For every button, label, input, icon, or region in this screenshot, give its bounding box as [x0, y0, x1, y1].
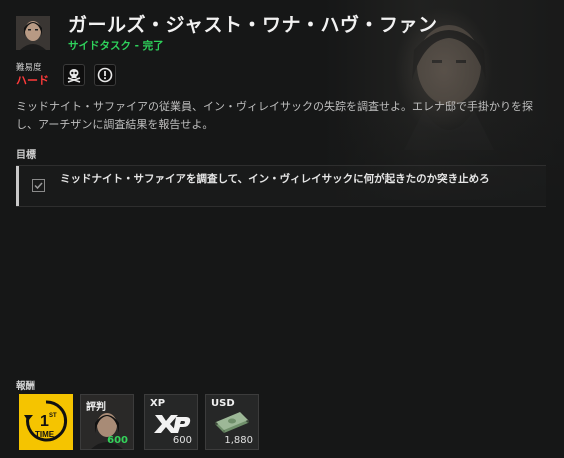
quest-giver-avatar	[16, 16, 50, 50]
xp-label: XP	[150, 398, 166, 409]
subtitle-separator: -	[131, 40, 143, 52]
quest-description: ミッドナイト・サファイアの従業員、イン・ヴィレイサックの失踪を調査せよ。エレナ邸…	[16, 100, 533, 131]
xp-logo-icon	[154, 415, 191, 433]
reward-xp[interactable]: XP 600	[144, 394, 198, 450]
reward-first-time[interactable]: 1 ST TIME	[19, 394, 73, 450]
reputation-label: 評判	[86, 402, 106, 413]
exclamation-icon	[94, 64, 116, 86]
checkbox-checked-icon	[32, 179, 45, 192]
xp-value: 600	[172, 435, 192, 446]
first-time-number: 1	[40, 413, 49, 430]
difficulty-value: ハード	[16, 74, 49, 87]
first-time-label: TIME	[35, 430, 55, 439]
quest-title: ガールズ・ジャスト・ワナ・ハヴ・ファン	[68, 14, 438, 36]
reward-reputation[interactable]: 評判 600	[80, 394, 134, 450]
quest-type-label: サイドタスク	[68, 40, 131, 52]
first-time-suffix: ST	[49, 413, 57, 419]
objective-text: ミッドナイト・サファイアを調査して、イン・ヴィレイサックに何が起きたのか突き止め…	[60, 173, 490, 185]
objective-active-bar	[16, 166, 19, 206]
usd-label: USD	[211, 398, 235, 409]
quest-subtitle: サイドタスク - 完了	[68, 38, 164, 53]
skull-crossbones-icon	[63, 64, 85, 86]
reputation-value: 600	[107, 435, 128, 446]
cash-stack-icon	[215, 412, 249, 433]
quest-status-label: 完了	[142, 40, 164, 52]
objective-item: ミッドナイト・サファイアを調査して、イン・ヴィレイサックに何が起きたのか突き止め…	[16, 165, 546, 207]
rewards-heading: 報酬	[16, 381, 36, 392]
reward-usd[interactable]: USD 1,880	[205, 394, 259, 450]
first-time-badge-icon: 1 ST TIME	[24, 400, 68, 442]
usd-value: 1,880	[224, 435, 253, 446]
objectives-heading: 目標	[16, 150, 36, 161]
